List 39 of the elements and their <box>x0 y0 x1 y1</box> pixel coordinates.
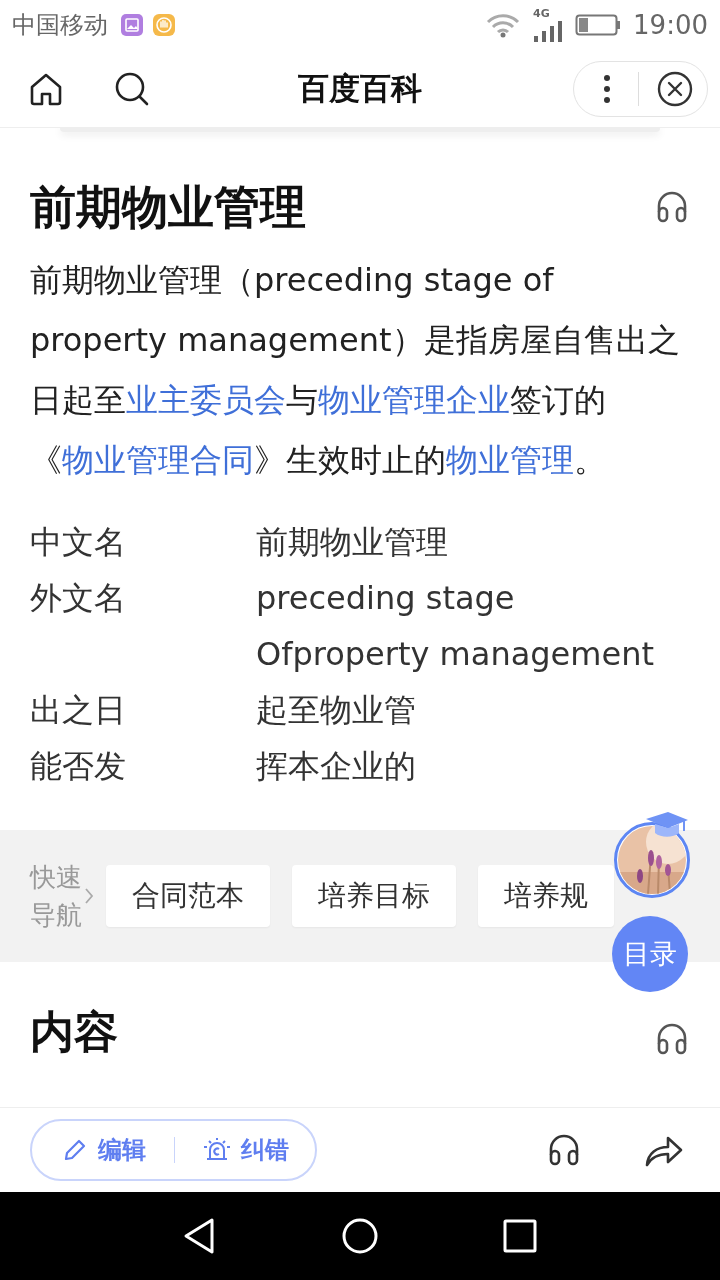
info-value: 挥本企业的 <box>256 746 417 787</box>
article-link[interactable]: 物业管理 <box>446 441 574 479</box>
article-title: 前期物业管理 <box>30 179 306 236</box>
report-error-button[interactable]: 纠错 <box>203 1134 289 1166</box>
table-of-contents-button[interactable]: 目录 <box>612 916 688 992</box>
close-icon[interactable] <box>657 70 693 107</box>
quick-nav-chip[interactable]: 合同范本 <box>106 865 270 927</box>
search-icon[interactable] <box>114 70 150 107</box>
page-title: 百度百科 <box>297 68 423 108</box>
info-value: 前期物业管理 <box>256 522 449 563</box>
info-label: 外文名 <box>30 578 127 619</box>
edit-button[interactable]: 编辑 <box>62 1134 146 1166</box>
more-icon[interactable] <box>602 73 612 104</box>
battery-icon <box>575 14 622 36</box>
intro-paragraph: 前期物业管理（preceding stage of property management）是指房屋自售出之日起至业主委员会与物业管理企业签订的《物业管理合同》生效时止的物业管理。 <box>30 260 681 481</box>
quick-nav-chip[interactable]: 培养目标 <box>292 865 456 927</box>
quick-nav-chip[interactable]: 培养规 <box>478 865 614 927</box>
carrier-name: 中国移动 <box>12 10 108 41</box>
article-link[interactable]: 业主委员会 <box>126 381 286 419</box>
network-type: 4G <box>533 8 550 20</box>
info-label: 能否发 <box>30 746 127 787</box>
info-value: preceding stage Ofproperty management <box>256 578 655 675</box>
quick-nav-label: 快速导航 <box>30 861 82 932</box>
signal-icon <box>533 20 564 42</box>
hand-icon <box>152 13 176 37</box>
graduation-cap-icon <box>644 810 690 840</box>
home-button-icon[interactable] <box>340 1216 380 1256</box>
pencil-icon <box>62 1137 88 1163</box>
alarm-light-icon <box>203 1137 231 1163</box>
wifi-icon <box>485 12 522 38</box>
article-link[interactable]: 物业管理企业 <box>318 381 510 419</box>
clock-time: 19:00 <box>633 10 708 40</box>
info-value: 起至物业管 <box>256 690 417 731</box>
info-label: 出之日 <box>30 690 127 731</box>
article-link[interactable]: 物业管理合同 <box>62 441 254 479</box>
gallery-icon <box>120 13 144 37</box>
section-title: 内容 <box>30 1005 118 1059</box>
chevron-icon <box>84 887 94 905</box>
info-label: 中文名 <box>30 522 127 563</box>
